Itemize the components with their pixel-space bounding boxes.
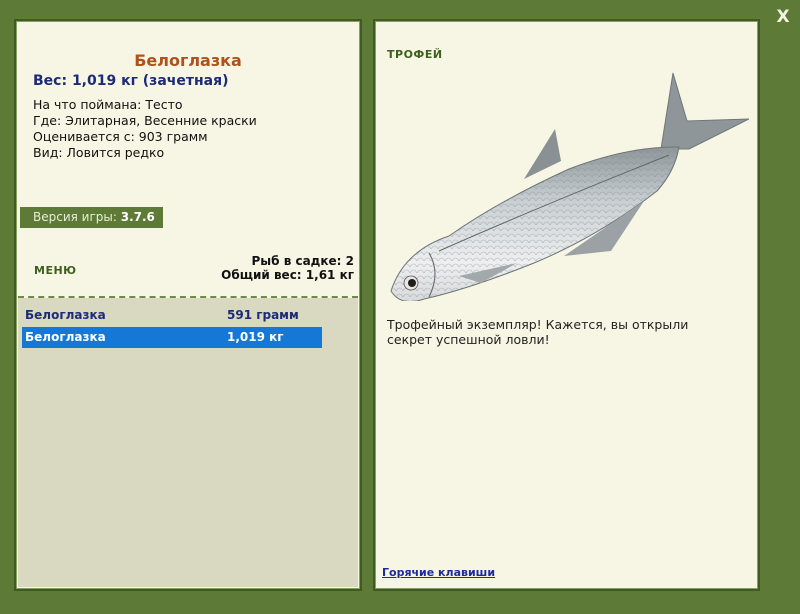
fish-name: Белоглазка [134, 51, 242, 70]
list-item[interactable]: Белоглазка 591 грамм [22, 305, 322, 326]
list-item-name: Белоглазка [25, 330, 106, 344]
fish-image [390, 72, 749, 301]
location-info: Где: Элитарная, Весенние краски [33, 113, 257, 128]
list-item-weight: 591 грамм [227, 308, 299, 322]
game-version: Версия игры: 3.7.6 [20, 207, 163, 228]
version-value: 3.7.6 [120, 210, 155, 224]
list-item-name: Белоглазка [25, 308, 106, 322]
total-weight: Общий вес: 1,61 кг [221, 268, 354, 282]
bait-info: На что поймана: Тесто [33, 97, 183, 112]
catch-list: Белоглазка 591 грамм Белоглазка 1,019 кг [18, 298, 358, 587]
fish-weight: Вес: 1,019 кг (зачетная) [33, 73, 229, 89]
threshold-info: Оценивается с: 903 грамм [33, 129, 208, 144]
keepnet-stats: Рыб в садке: 2 Общий вес: 1,61 кг [221, 254, 354, 282]
hotkeys-link[interactable]: Горячие клавиши [382, 566, 495, 579]
version-label: Версия игры: [33, 210, 117, 224]
list-item-weight: 1,019 кг [227, 330, 284, 344]
fish-info-panel: Белоглазка Вес: 1,019 кг (зачетная) На ч… [14, 19, 362, 591]
menu-button[interactable]: МЕНЮ [34, 264, 77, 277]
trophy-panel: ТРОФЕЙ Трофейный экземпляр! Кажется, вы … [373, 19, 760, 591]
rarity-info: Вид: Ловится редко [33, 145, 165, 160]
fish-count: Рыб в садке: 2 [251, 254, 355, 268]
list-item-selected[interactable]: Белоглазка 1,019 кг [22, 327, 322, 348]
close-button[interactable]: X [772, 6, 794, 28]
trophy-message: Трофейный экземпляр! Кажется, вы открыли… [387, 317, 689, 347]
